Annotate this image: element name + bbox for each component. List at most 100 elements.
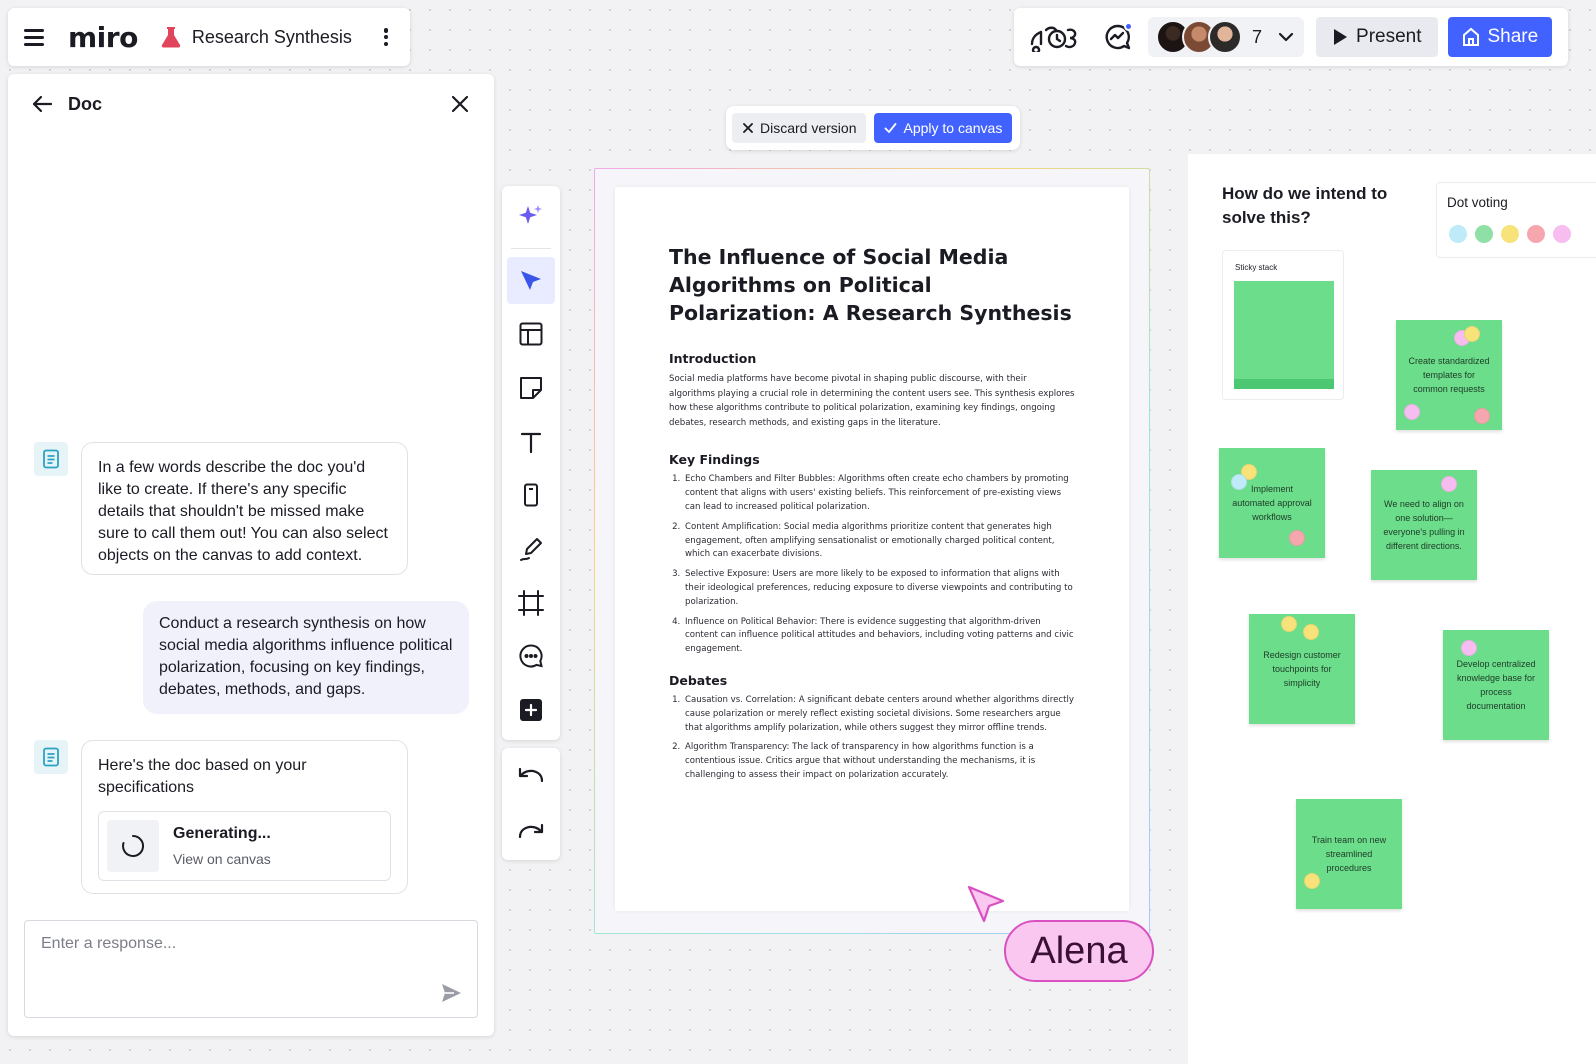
pen-tool[interactable] [507, 525, 555, 573]
board-question[interactable]: How do we intend to solve this? [1222, 182, 1392, 230]
toolbar-divider [511, 247, 551, 249]
sticky-note[interactable]: Implement automated approval workflows [1219, 448, 1325, 558]
present-button[interactable]: Present [1316, 17, 1438, 57]
check-icon [885, 123, 897, 133]
sticky-note[interactable]: Redesign customer touchpoints for simpli… [1249, 614, 1355, 724]
pen-icon [520, 538, 542, 562]
doc-title: The Influence of Social Media Algorithms… [669, 245, 1072, 325]
more-tools[interactable] [507, 686, 555, 734]
user-request-message: Conduct a research synthesis on how soci… [143, 601, 469, 714]
history-toolbar [502, 748, 560, 860]
frame-icon [518, 589, 544, 616]
vote-dot [1474, 408, 1490, 424]
redo-button[interactable] [507, 808, 555, 856]
undo-button[interactable] [507, 752, 555, 800]
notification-dot [1124, 22, 1133, 31]
main-menu-icon[interactable] [22, 26, 46, 48]
sticky-note[interactable]: We need to align on one solution—everyon… [1371, 470, 1477, 580]
finding-item: Echo Chambers and Filter Bubbles: Algori… [683, 473, 1075, 514]
share-label: Share [1487, 26, 1539, 47]
apply-to-canvas-button[interactable]: Apply to canvas [874, 113, 1013, 143]
debates-heading: Debates [669, 672, 728, 688]
sticky-note-icon [520, 376, 542, 399]
plus-square-icon [520, 699, 542, 722]
vote-dot [1441, 476, 1457, 492]
vote-dot[interactable] [1527, 225, 1545, 243]
text-icon [520, 432, 542, 453]
generating-status: Generating... [173, 824, 271, 842]
select-tool[interactable] [507, 256, 555, 305]
board-title[interactable]: Research Synthesis [192, 27, 352, 48]
chevron-down-icon[interactable] [1276, 27, 1296, 47]
vote-dot [1289, 530, 1305, 546]
loading-spinner-icon [107, 820, 159, 872]
vote-dot [1231, 474, 1247, 490]
response-box[interactable] [24, 920, 478, 1018]
miro-logo[interactable]: miro [68, 21, 138, 54]
collaborator-cursor-icon [967, 885, 1005, 923]
doc-panel-title: Doc [68, 93, 103, 114]
sparkle-icon [519, 204, 542, 224]
sticky-stack-note[interactable] [1234, 281, 1334, 389]
card-icon [524, 483, 538, 507]
sticky-text: We need to align on one solution—everyon… [1383, 499, 1465, 551]
sticky-note-tool[interactable] [507, 364, 555, 412]
comment-tool[interactable] [507, 633, 555, 681]
avatar[interactable] [1208, 20, 1242, 54]
dot-voting-widget[interactable]: Dot voting [1436, 182, 1596, 258]
sticky-note[interactable]: Create standardized templates for common… [1396, 320, 1502, 430]
ai-reply-message: Here's the doc based on your specificati… [81, 740, 408, 894]
sticky-note[interactable]: Train team on new streamlined procedures [1296, 799, 1402, 909]
templates-tool[interactable] [507, 310, 555, 358]
debate-item: Causation vs. Correlation: A significant… [683, 694, 1075, 735]
vote-dot [1404, 404, 1420, 420]
sticky-stack[interactable]: Sticky stack [1222, 250, 1344, 400]
present-label: Present [1356, 26, 1422, 47]
vote-dot[interactable] [1501, 225, 1519, 243]
comment-icon [519, 644, 543, 668]
collaborator-count: 7 [1252, 26, 1263, 47]
frame-tool[interactable] [507, 579, 555, 627]
generated-doc-frame[interactable]: The Influence of Social Media Algorithms… [594, 168, 1150, 934]
redo-icon [518, 823, 544, 839]
finding-item: Influence on Political Behavior: There i… [683, 616, 1075, 657]
discard-version-button[interactable]: Discard version [732, 113, 867, 143]
finding-item: Content Amplification: Social media algo… [683, 521, 1075, 562]
sticky-text: Develop centralized knowledge base for p… [1456, 659, 1536, 711]
close-icon[interactable] [448, 92, 472, 116]
back-arrow-icon[interactable] [30, 92, 54, 116]
template-icon [519, 322, 543, 346]
collaboration-bar: 7 Present Share [1014, 8, 1568, 66]
dot-voting-label: Dot voting [1447, 195, 1508, 210]
share-lock-icon [1462, 27, 1479, 46]
debate-item: Algorithm Transparency: The lack of tran… [683, 741, 1075, 782]
response-input[interactable] [41, 935, 421, 953]
intro-heading: Introduction [669, 351, 757, 366]
generating-card[interactable]: Generating... View on canvas [98, 811, 391, 881]
board-frame[interactable]: How do we intend to solve this? Dot voti… [1188, 154, 1596, 1064]
version-actions: Discard version Apply to canvas [726, 106, 1020, 150]
text-tool[interactable] [507, 418, 555, 466]
card-tool[interactable] [507, 472, 555, 520]
vote-dot[interactable] [1449, 225, 1467, 243]
view-on-canvas-link[interactable]: View on canvas [173, 848, 271, 870]
debates-list: Causation vs. Correlation: A significant… [669, 694, 1075, 783]
reactions-timer-icon[interactable] [1026, 17, 1084, 57]
vote-dot[interactable] [1553, 225, 1571, 243]
chat-icon[interactable] [1098, 17, 1138, 57]
creation-toolbar [502, 186, 560, 740]
collaborators-list[interactable]: 7 [1148, 17, 1305, 57]
more-options-icon[interactable] [376, 25, 396, 49]
vote-dot [1303, 624, 1319, 640]
findings-list: Echo Chambers and Filter Bubbles: Algori… [669, 473, 1075, 657]
share-button[interactable]: Share [1447, 17, 1553, 57]
ai-sparkle-tool[interactable] [507, 192, 555, 240]
send-icon[interactable] [439, 981, 463, 1005]
doc-page[interactable]: The Influence of Social Media Algorithms… [615, 187, 1129, 911]
vote-dot [1464, 326, 1480, 342]
vote-dot[interactable] [1475, 225, 1493, 243]
sticky-text: Create standardized templates for common… [1408, 356, 1490, 394]
doc-assistant-panel: Doc In a few words describe the doc you'… [8, 74, 494, 1036]
ai-prompt-message: In a few words describe the doc you'd li… [81, 442, 408, 575]
sticky-note[interactable]: Develop centralized knowledge base for p… [1443, 630, 1549, 740]
